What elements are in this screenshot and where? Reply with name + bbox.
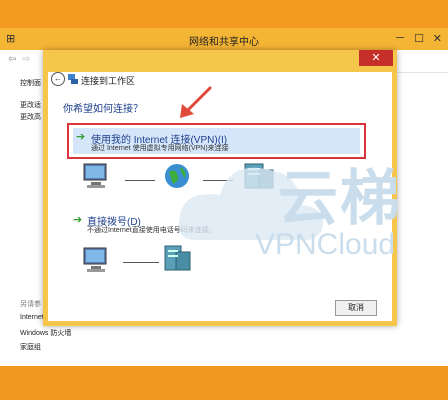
connect-to-workplace-dialog: ✕ ← 连接到工作区 你希望如何连接？ ➔ 使用我的 Internet 连接(V… [43,50,397,326]
cancel-button[interactable]: 取消 [335,300,377,316]
green-arrow-icon: ➔ [76,131,86,143]
sidebar-item-advanced[interactable]: 更改高 [20,112,41,122]
nav-forward-icon[interactable]: ⇨ [22,54,30,65]
dialog-back-icon[interactable]: ← [51,72,65,86]
computer-icon [83,163,107,188]
connector-line [125,180,155,181]
server-icon [244,163,274,189]
sidebar: 控制面 更改适 更改高 另请参 Internet Windows 防火墙 家庭组 [0,72,71,366]
server-icon [164,245,191,271]
close-window-icon[interactable]: ✕ [433,32,442,45]
option-vpn-desc: 通过 Internet 使用虚拟专用网络(VPN)来连接 [91,145,229,152]
red-arrow-annotation [180,86,212,118]
option-dial-desc: 不通过Internet直接使用电话号码来连接。 [87,227,216,234]
see-also-firewall[interactable]: Windows 防火墙 [20,328,71,338]
option-vpn-highlight[interactable]: ➔ 使用我的 Internet 连接(VPN)(I) 通过 Internet 使… [67,123,366,159]
window-title: 网络和共享中心 [189,37,259,48]
nav-back-icon[interactable]: ⇦ [8,54,16,65]
connector-line [123,262,159,263]
computer-icon [83,247,107,272]
desktop-background [0,366,448,400]
see-also-homegroup[interactable]: 家庭组 [20,342,41,352]
window-titlebar: ⊞ 网络和共享中心 ─ ☐ ✕ [0,28,448,50]
see-also-internet[interactable]: Internet [20,314,44,321]
dialog-title: 连接到工作区 [81,76,136,86]
maximize-icon[interactable]: ☐ [414,32,424,45]
dialog-question: 你希望如何连接？ [63,104,143,115]
dialog-header: ✕ [43,50,397,72]
sidebar-item-control-panel[interactable]: 控制面 [20,78,41,88]
minimize-icon[interactable]: ─ [396,32,404,44]
green-arrow-icon: ➔ [73,214,83,226]
globe-icon [165,164,189,188]
connector-line [203,180,233,181]
dialog-close-button[interactable]: ✕ [359,50,393,66]
see-also-label: 另请参 [20,301,41,308]
option-vpn[interactable]: ➔ 使用我的 Internet 连接(VPN)(I) 通过 Internet 使… [73,128,360,154]
sidebar-item-adapter[interactable]: 更改适 [20,100,41,110]
network-icon [68,74,78,84]
